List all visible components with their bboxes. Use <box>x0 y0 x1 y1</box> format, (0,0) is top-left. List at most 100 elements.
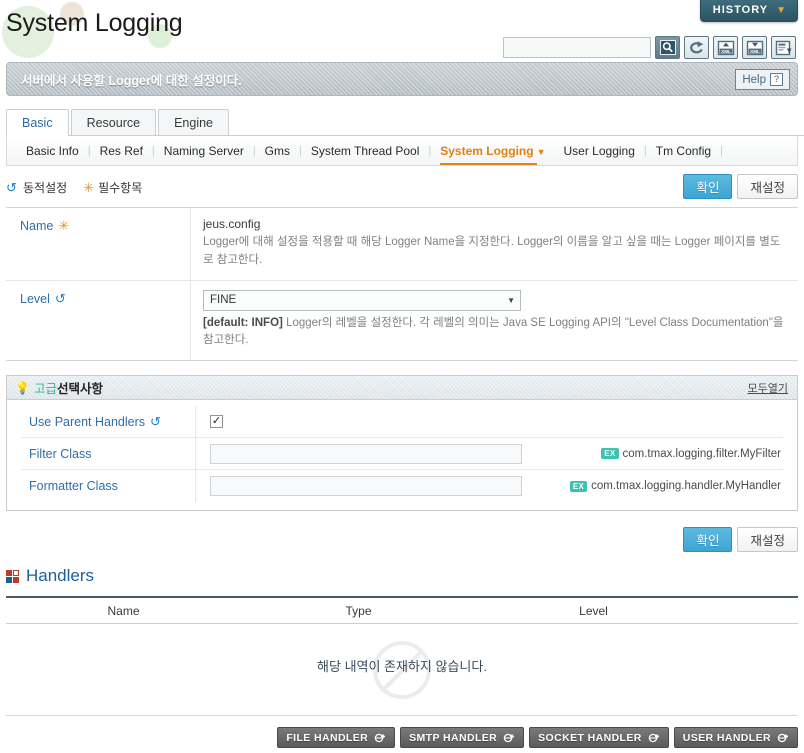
advanced-row-use-parent-handlers: Use Parent Handlers ↺ ✓ <box>21 406 783 439</box>
subnav-item-system-thread-pool[interactable]: System Thread Pool <box>302 144 429 158</box>
handlers-title-text: Handlers <box>26 566 95 586</box>
subnav-item-user-logging[interactable]: User Logging <box>555 144 644 158</box>
tab-engine-label: Engine <box>174 116 214 130</box>
question-mark-icon: ? <box>770 73 783 86</box>
smtp-handler-button[interactable]: SMTP HANDLER <box>400 727 525 748</box>
handlers-table: Name Type Level 해당 내역이 존재하지 않습니다. <box>6 596 798 717</box>
form-row-level: Level ↺ FINE ▼ [default: INFO] Logger의 레… <box>6 280 798 361</box>
search-icon <box>659 40 676 55</box>
subnav-item-tm-config[interactable]: Tm Config <box>647 144 720 158</box>
tab-engine[interactable]: Engine <box>158 109 230 136</box>
formatter-class-input[interactable] <box>210 476 522 497</box>
subnav-item-naming-server[interactable]: Naming Server <box>155 144 253 158</box>
level-select[interactable]: FINE ▼ <box>203 289 521 311</box>
advanced-label-text: Filter Class <box>29 446 92 461</box>
xml-import-icon: XML <box>717 40 734 55</box>
example-badge: EX <box>601 448 619 460</box>
sub-navigation: Basic Info | Res Ref | Naming Server | G… <box>6 136 798 166</box>
handlers-table-header: Name Type Level <box>6 598 798 625</box>
advanced-options-header: 💡 고급 선택사항 모두열기 <box>7 376 797 401</box>
legend: ↺ 동적설정 ✳ 필수항목 <box>6 179 142 196</box>
advanced-title-teal: 고급 <box>33 382 57 397</box>
open-all-link[interactable]: 모두열기 <box>748 380 788 396</box>
formatter-class-example: EX com.tmax.logging.handler.MyHandler <box>569 480 783 493</box>
top-button-group: 확인 재설정 <box>683 174 798 199</box>
check-icon: ✓ <box>211 415 222 428</box>
history-label: HISTORY <box>712 4 769 16</box>
xml-import-button[interactable]: XML <box>713 36 738 59</box>
level-default-tag: [default: INFO] <box>203 316 283 329</box>
form-label-name-text: Name <box>20 219 54 233</box>
level-description-text: Logger의 레벨을 설정한다. 각 레벨의 의미는 Java SE Logg… <box>203 316 784 347</box>
column-header-name: Name <box>107 603 140 618</box>
subnav-item-basic-info[interactable]: Basic Info <box>17 144 88 158</box>
confirm-button-bottom[interactable]: 확인 <box>683 527 733 553</box>
search-button[interactable] <box>655 36 680 59</box>
subnav-item-gms[interactable]: Gms <box>256 144 299 158</box>
form-action-row-top: ↺ 동적설정 ✳ 필수항목 확인 재설정 <box>6 174 798 201</box>
socket-handler-button[interactable]: SOCKET HANDLER <box>529 727 669 748</box>
file-handler-button[interactable]: FILE HANDLER <box>277 727 396 748</box>
info-bar: 서버에서 사용할 Logger에 대한 설정이다. Help ? <box>6 62 798 96</box>
level-description: [default: INFO] Logger의 레벨을 설정한다. 각 레벨의 … <box>203 315 788 351</box>
handlers-table-body: 해당 내역이 존재하지 않습니다. <box>6 624 798 717</box>
advanced-label-filter-class: Filter Class <box>21 438 196 470</box>
subnav-item-system-logging[interactable]: System Logging ▼ <box>431 144 554 165</box>
empty-state-message: 해당 내역이 존재하지 않습니다. <box>317 659 487 675</box>
tab-basic[interactable]: Basic <box>6 109 69 137</box>
help-button[interactable]: Help ? <box>735 69 790 90</box>
svg-text:XML: XML <box>721 48 731 53</box>
settings-form: Name ✳ jeus.config Logger에 대해 설정을 적용할 때 … <box>6 207 798 362</box>
example-badge: EX <box>569 480 588 492</box>
filter-class-example: EX com.tmax.logging.filter.MyFilter <box>601 448 783 460</box>
filter-class-input[interactable] <box>210 443 522 464</box>
asterisk-icon: ✳ <box>58 218 70 233</box>
user-handler-button[interactable]: USER HANDLER <box>673 727 798 748</box>
asterisk-icon: ✳ <box>83 180 95 195</box>
advanced-label-text: Formatter Class <box>29 479 118 494</box>
level-select-value: FINE <box>210 294 237 307</box>
subnav-separator: | <box>720 144 723 157</box>
advanced-options-body: Use Parent Handlers ↺ ✓ Filter Class EX <box>7 400 797 511</box>
form-value-level: FINE ▼ [default: INFO] Logger의 레벨을 설정한다.… <box>191 281 798 361</box>
help-label: Help <box>742 73 766 86</box>
main-tabs: Basic Resource Engine <box>6 108 804 137</box>
form-label-name: Name ✳ <box>6 208 191 280</box>
add-icon <box>648 732 660 744</box>
form-label-level-text: Level <box>20 291 50 306</box>
history-tab[interactable]: HISTORY ▼ <box>699 0 798 22</box>
refresh-icon <box>690 41 704 54</box>
xml-export-button[interactable]: XML <box>742 36 767 59</box>
form-label-level: Level ↺ <box>6 280 191 361</box>
report-export-button[interactable] <box>771 36 796 59</box>
advanced-value-use-parent-handlers: ✓ <box>196 410 783 433</box>
dynamic-setting-icon: ↺ <box>6 180 17 195</box>
reset-button-bottom[interactable]: 재설정 <box>737 527 798 553</box>
page-title: System Logging <box>6 9 183 37</box>
column-header-level: Level <box>579 603 608 618</box>
example-text: com.tmax.logging.handler.MyHandler <box>591 480 781 493</box>
reset-button-top[interactable]: 재설정 <box>737 174 798 199</box>
lightbulb-icon: 💡 <box>15 380 30 395</box>
subnav-item-res-ref[interactable]: Res Ref <box>91 144 152 158</box>
tab-resource[interactable]: Resource <box>70 109 157 136</box>
xml-export-icon: XML <box>746 40 763 55</box>
form-action-row-bottom: 확인 재설정 <box>6 527 798 553</box>
report-export-icon <box>775 40 791 55</box>
refresh-button[interactable] <box>684 36 709 59</box>
confirm-button-top[interactable]: 확인 <box>683 174 733 199</box>
system-logging-page: System Logging HISTORY ▼ XML XML 서버에서 사용… <box>0 0 804 753</box>
advanced-row-filter-class: Filter Class EX com.tmax.logging.filter.… <box>21 438 783 471</box>
advanced-label-use-parent-handlers: Use Parent Handlers ↺ <box>21 406 196 438</box>
page-header: System Logging HISTORY ▼ XML XML <box>0 0 804 62</box>
advanced-label-formatter-class: Formatter Class <box>21 470 196 503</box>
section-marker-icon <box>6 569 19 583</box>
search-input[interactable] <box>503 37 651 58</box>
legend-required: ✳ 필수항목 <box>83 179 142 196</box>
handler-action-buttons: FILE HANDLER SMTP HANDLER SOCKET HANDLER… <box>277 727 798 748</box>
active-underline <box>440 162 537 165</box>
tab-resource-label: Resource <box>86 116 141 130</box>
name-value: jeus.config <box>203 217 261 231</box>
add-icon <box>777 732 789 744</box>
use-parent-handlers-checkbox[interactable]: ✓ <box>210 415 223 429</box>
